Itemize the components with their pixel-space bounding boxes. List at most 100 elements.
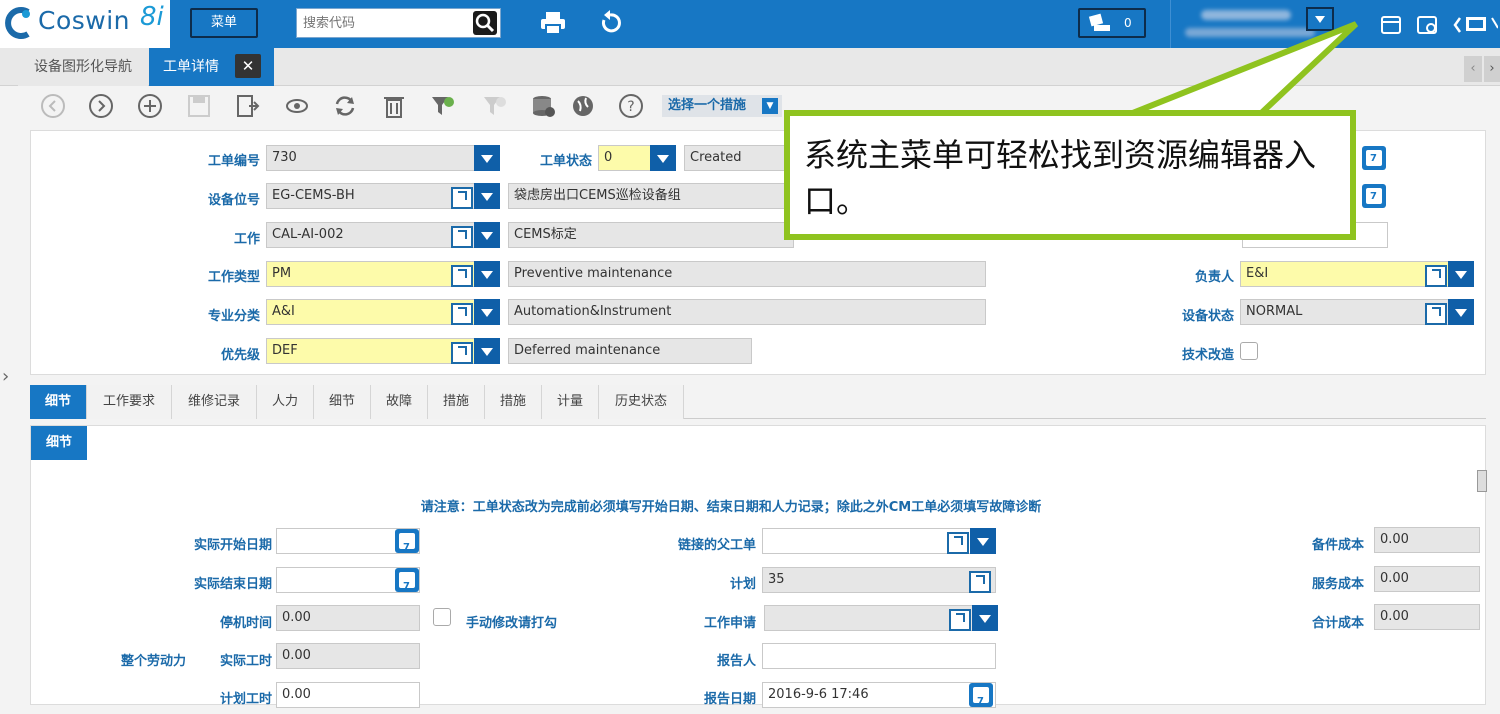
search-input[interactable] (297, 9, 479, 37)
job-code-field[interactable]: CAL-AI-002 (266, 222, 500, 248)
help-icon[interactable]: ? (618, 93, 644, 119)
tab-work-order-detail[interactable]: 工单详情 ✕ (149, 48, 274, 86)
request-label: 工作申请 (703, 616, 756, 631)
parent-wo-field[interactable] (762, 528, 996, 554)
open-link-icon[interactable] (451, 303, 473, 325)
tab-work-requirements[interactable]: 工作要求 (87, 385, 172, 419)
report-date-field[interactable]: 2016-9-6 17:46 (762, 682, 996, 714)
chevron-down-icon[interactable] (1448, 261, 1474, 287)
view-icon[interactable] (284, 93, 310, 119)
print-icon[interactable] (540, 11, 566, 35)
chevron-down-icon[interactable] (474, 145, 500, 171)
action-select[interactable]: 选择一个措施 ▼ (662, 95, 782, 117)
request-field[interactable] (764, 605, 998, 631)
chevron-down-icon[interactable] (970, 528, 996, 554)
search-button[interactable] (473, 11, 497, 35)
tabs-scroll-left[interactable]: ‹ (1464, 56, 1482, 82)
close-tab-button[interactable]: ✕ (235, 54, 261, 78)
discipline-field[interactable]: A&I (266, 299, 500, 325)
calendar-icon[interactable] (1362, 146, 1386, 170)
window-icon[interactable] (1380, 14, 1404, 36)
tab-history[interactable]: 历史状态 (599, 385, 684, 419)
export-icon[interactable] (235, 93, 261, 119)
tabs-scroll-right[interactable]: › (1484, 56, 1500, 82)
calendar-icon[interactable] (969, 683, 993, 714)
open-link-icon[interactable] (947, 532, 969, 554)
tab-metering[interactable]: 计量 (542, 385, 599, 419)
delete-icon[interactable] (381, 93, 407, 119)
chevron-down-icon[interactable] (972, 605, 998, 631)
downtime-field[interactable]: 0.00 (276, 605, 420, 631)
job-type-field[interactable]: PM (266, 261, 500, 287)
job-type-code: PM (272, 266, 292, 281)
panel-scrollbar[interactable] (1477, 470, 1487, 492)
calendar-icon[interactable] (395, 529, 419, 560)
open-link-icon[interactable] (1425, 265, 1447, 287)
subtab-detail[interactable]: 细节 (31, 426, 87, 460)
main-menu-button[interactable]: 菜单 (190, 8, 258, 38)
priority-code: DEF (272, 343, 298, 358)
calendar-icon[interactable] (395, 568, 419, 599)
open-link-icon[interactable] (451, 187, 473, 209)
chevron-down-icon[interactable] (474, 338, 500, 364)
calendar-icon[interactable] (1362, 184, 1386, 208)
open-link-icon[interactable] (1425, 303, 1447, 325)
equip-status-value: NORMAL (1246, 304, 1303, 319)
open-link-icon[interactable] (451, 265, 473, 287)
open-link-icon[interactable] (969, 571, 991, 593)
window-refresh-icon[interactable] (1416, 14, 1440, 36)
open-link-icon[interactable] (949, 609, 971, 631)
globe-icon[interactable] (570, 93, 596, 119)
tab-action-1[interactable]: 措施 (428, 385, 485, 419)
database-icon[interactable] (530, 93, 556, 119)
add-icon[interactable] (137, 93, 163, 119)
chevron-down-icon: ▼ (762, 98, 778, 114)
manual-edit-checkbox[interactable] (433, 608, 451, 626)
tech-mod-checkbox[interactable] (1240, 342, 1258, 360)
tab-detail[interactable]: 细节 (30, 385, 87, 419)
remove-filter-icon[interactable] (482, 93, 508, 119)
actual-hours-field[interactable]: 0.00 (276, 643, 420, 669)
actual-start-field[interactable] (276, 528, 420, 560)
chevron-down-icon[interactable] (1448, 299, 1474, 325)
tab-labor[interactable]: 人力 (257, 385, 314, 419)
chevron-down-icon[interactable] (474, 299, 500, 325)
plan-field[interactable]: 35 (762, 567, 996, 593)
sidebar-expand-icon[interactable]: › (2, 366, 9, 387)
save-icon[interactable] (186, 93, 212, 119)
chevron-down-icon[interactable] (474, 183, 500, 209)
actual-end-field[interactable] (276, 567, 420, 599)
reporter-field[interactable] (762, 643, 996, 669)
plan-hours-field[interactable]: 0.00 (276, 682, 420, 708)
priority-field[interactable]: DEF (266, 338, 500, 364)
chevron-down-icon[interactable] (650, 145, 676, 171)
tab-action-2[interactable]: 措施 (485, 385, 542, 419)
sync-icon[interactable] (332, 93, 358, 119)
next-record-icon[interactable] (88, 93, 114, 119)
equip-status-field[interactable]: NORMAL (1240, 299, 1474, 325)
location-code-field[interactable]: EG-CEMS-BH (266, 183, 500, 209)
service-cost-field[interactable]: 0.00 (1374, 566, 1480, 592)
tab-failure[interactable]: 故障 (371, 385, 428, 419)
owner-field[interactable]: E&I (1240, 261, 1474, 287)
location-label: 设备位号 (207, 193, 260, 208)
tab-maintenance-log[interactable]: 维修记录 (172, 385, 257, 419)
chevron-down-icon[interactable] (474, 261, 500, 287)
tab-detail-2[interactable]: 细节 (314, 385, 371, 419)
parts-cost-field[interactable]: 0.00 (1374, 527, 1480, 553)
previous-record-icon[interactable] (40, 93, 66, 119)
screen-icon[interactable] (1452, 14, 1498, 36)
reporter-label: 报告人 (716, 654, 756, 669)
total-cost-field[interactable]: 0.00 (1374, 604, 1480, 630)
add-filter-icon[interactable] (430, 93, 456, 119)
open-link-icon[interactable] (451, 342, 473, 364)
chevron-down-icon[interactable] (474, 222, 500, 248)
wo-status-code-field[interactable]: 0 (598, 145, 676, 171)
refresh-icon[interactable] (598, 10, 624, 36)
job-label: 工作 (233, 232, 260, 247)
wo-number-field[interactable]: 730 (266, 145, 500, 171)
plan-hours-label: 计划工时 (219, 692, 272, 707)
job-desc-field: CEMS标定 (508, 222, 794, 248)
tab-equipment-nav[interactable]: 设备图形化导航 (18, 48, 148, 86)
open-link-icon[interactable] (451, 226, 473, 248)
